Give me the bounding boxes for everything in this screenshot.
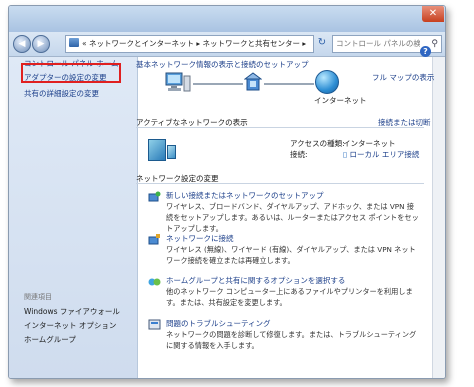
connection-label: 接続: [290,150,308,159]
computer-icon [165,72,191,92]
address-bar[interactable]: « ネットワークとインターネット ▸ ネットワークと共有センター ▸ [65,35,314,53]
map-connector-line [264,83,314,85]
internet-label: インターネット [314,96,367,105]
map-connector-line [193,83,243,85]
internet-globe-icon [315,70,339,94]
task-link-new-connection[interactable]: 新しい接続またはネットワークのセットアップ [166,190,324,201]
network-icon [148,139,176,161]
help-icon[interactable]: ? [420,46,431,57]
forward-button[interactable]: ▶ [32,35,50,53]
search-input[interactable] [333,36,420,51]
access-type-label: アクセスの種類: [290,139,345,148]
task-description: ワイヤレス、ブロードバンド、ダイヤルアップ、アドホック、または VPN 接続をセ… [166,202,419,233]
sidebar-item-homegroup[interactable]: ホームグループ [24,334,76,345]
divider [136,183,424,184]
task-description: ネットワークの問題を診断して修復します。または、トラブルシューティングに関する情… [166,330,417,350]
homegroup-icon [148,278,161,286]
connect-network-icon [148,234,160,245]
task-link-connect-network[interactable]: ネットワークに接続 [166,233,234,244]
connection-value-row: ▯ ローカル エリア接続 [343,149,419,160]
divider [136,127,424,128]
back-button[interactable]: ◀ [13,35,31,53]
full-map-link[interactable]: フル マップの表示 [372,72,434,83]
see-also-heading: 関連項目 [24,293,52,301]
control-panel-icon [69,38,79,47]
task-link-homegroup-sharing[interactable]: ホームグループと共有に関するオプションを選択する [166,275,345,286]
refresh-icon[interactable]: ↻ [315,35,329,51]
breadcrumb[interactable]: « ネットワークとインターネット ▸ ネットワークと共有センター ▸ [82,39,306,48]
scrollbar[interactable] [432,57,445,378]
close-button[interactable]: ✕ [422,6,444,22]
navigation-bar: ◀ ▶ « ネットワークとインターネット ▸ ネットワークと共有センター ▸ ↻… [9,32,445,57]
sidebar-item-internet-options[interactable]: インターネット オプション [24,320,116,331]
new-connection-icon [148,191,161,202]
sidebar-item-advanced-sharing[interactable]: 共有の詳細設定の変更 [24,88,99,99]
sidebar-item-adapter-settings[interactable]: アダプターの設定の変更 [24,72,107,83]
title-bar: ✕ [9,6,445,32]
search-icon[interactable]: ⚲ [431,36,438,52]
sidebar-item-firewall[interactable]: Windows ファイアウォール [24,306,120,317]
task-description: 他のネットワーク コンピューター上にあるファイルやプリンターを利用します。または… [166,287,413,307]
task-description: ワイヤレス (無線)、ワイヤード (有線)、ダイヤルアップ、または VPN ネッ… [166,245,416,265]
network-icon [244,72,262,91]
access-type-value: インターネット [343,139,396,148]
local-area-connection-link[interactable]: ローカル エリア接続 [350,150,420,159]
task-link-troubleshoot[interactable]: 問題のトラブルシューティング [166,318,271,329]
lan-icon: ▯ [343,150,348,159]
troubleshoot-icon [148,319,161,330]
page-title: 基本ネットワーク情報の表示と接続のセットアップ [136,60,309,69]
